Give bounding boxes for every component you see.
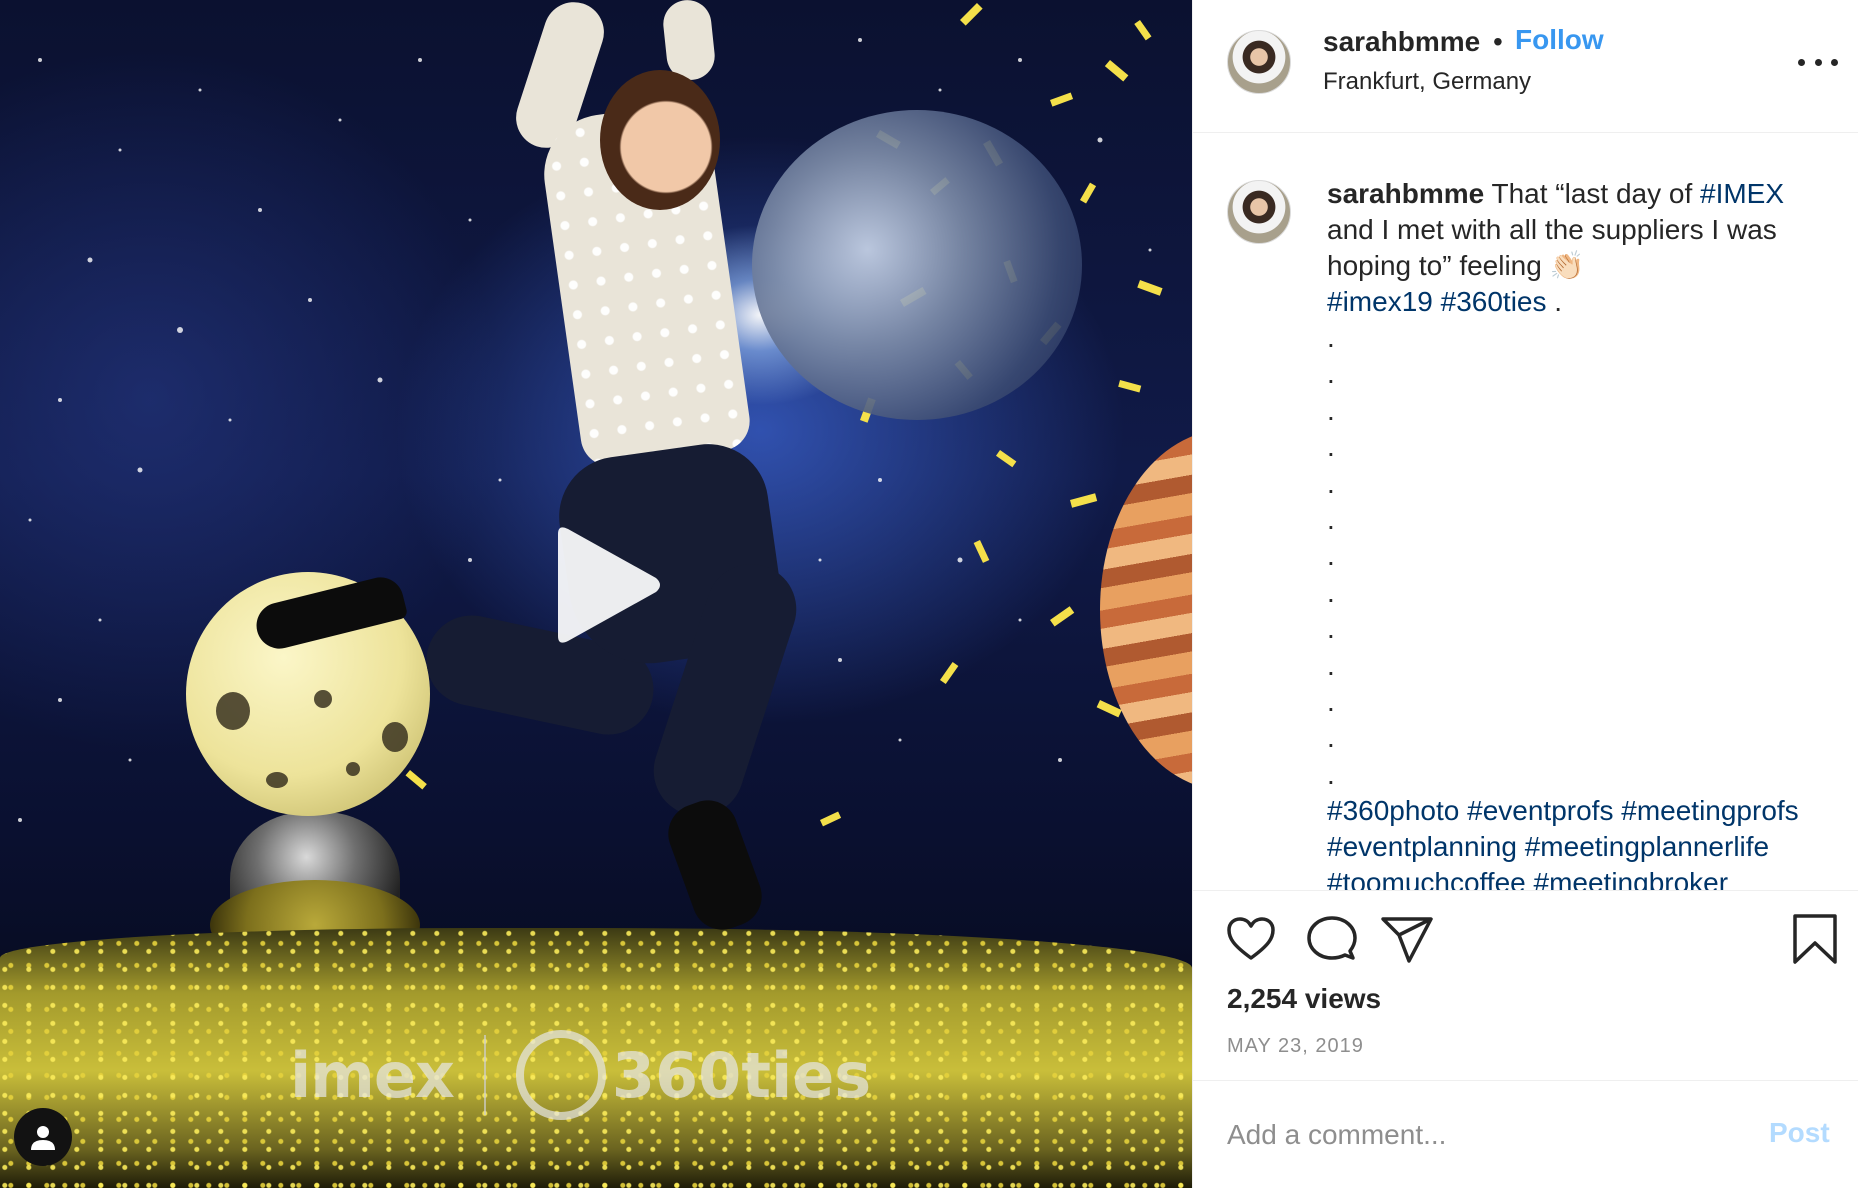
action-bar: 2,254 views MAY 23, 2019 [1193,890,1858,1080]
play-icon [558,527,660,643]
caption-area: sarahbmme That “last day of #IMEX and I … [1193,134,1858,890]
like-button[interactable] [1223,911,1279,967]
post-date[interactable]: MAY 23, 2019 [1227,1035,1364,1058]
more-options-icon [1798,58,1805,66]
header-username[interactable]: sarahbmme [1323,26,1480,58]
avatar[interactable] [1227,30,1291,94]
imex-logo: imex [290,1038,455,1112]
caption-period: . [1546,286,1563,317]
caption-text: That “last day of [1484,178,1700,209]
save-button[interactable] [1787,911,1843,967]
hashtag[interactable]: #eventprofs [1467,795,1613,826]
logo-divider [483,1035,486,1115]
sponsor-logos: imex 360ties [290,1030,871,1120]
user-tag-icon [31,1126,55,1150]
post-header: sarahbmme • Follow Frankfurt, Germany [1193,0,1858,133]
header-separator: • [1493,26,1503,57]
post-comment-button[interactable]: Post [1769,1117,1830,1149]
view-count[interactable]: 2,254 views [1227,983,1381,1015]
caption: sarahbmme That “last day of #IMEX and I … [1327,176,1837,890]
360ties-logo: 360ties [515,1030,871,1120]
comment-input[interactable] [1227,1113,1747,1157]
share-button[interactable] [1379,911,1435,967]
hashtag[interactable]: #meetingbroker [1534,867,1729,890]
bookmark-icon [1793,914,1837,964]
hashtag-imex19[interactable]: #imex19 [1327,286,1433,317]
hashtag-list: #360photo #eventprofs #meetingprofs #eve… [1327,793,1837,890]
post-media[interactable]: imex 360ties [0,0,1192,1188]
comment-box: Post [1193,1080,1858,1188]
more-options-button[interactable] [1798,44,1838,80]
location-link[interactable]: Frankfurt, Germany [1323,68,1531,96]
hashtag[interactable]: #toomuchcoffee [1327,867,1526,890]
share-icon [1381,917,1433,963]
hashtag[interactable]: #360photo [1327,795,1459,826]
hashtag[interactable]: #meetingplannerlife [1525,831,1769,862]
play-button[interactable] [536,520,666,650]
caption-avatar[interactable] [1227,180,1291,244]
post-panel: sarahbmme • Follow Frankfurt, Germany sa… [1192,0,1858,1188]
hashtag[interactable]: #eventplanning [1327,831,1517,862]
comment-icon [1307,916,1357,960]
comment-button[interactable] [1303,911,1359,967]
follow-button[interactable]: Follow [1515,24,1604,56]
caption-dots: ... ... ... ... . [1327,322,1335,790]
hashtag-imex[interactable]: #IMEX [1700,178,1784,209]
tagged-users-button[interactable] [14,1108,72,1166]
caption-username[interactable]: sarahbmme [1327,178,1484,209]
heart-icon [1227,917,1275,960]
clap-emoji: 👏🏻 [1549,250,1585,281]
hashtag-360ties[interactable]: #360ties [1441,286,1547,317]
hashtag[interactable]: #meetingprofs [1621,795,1798,826]
